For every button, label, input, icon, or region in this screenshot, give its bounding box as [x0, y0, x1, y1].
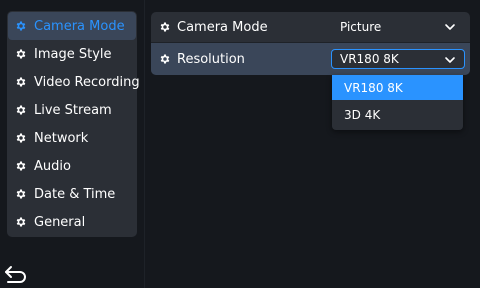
resolution-row: Resolution VR180 8K: [151, 43, 470, 75]
resolution-option-vr180-8k[interactable]: VR180 8K: [332, 75, 463, 100]
sidebar-item-live-stream[interactable]: Live Stream: [8, 96, 136, 124]
option-label: VR180 8K: [344, 80, 403, 95]
gear-icon: [15, 132, 27, 144]
sidebar-item-label: Camera Mode: [34, 18, 125, 34]
sidebar-item-audio[interactable]: Audio: [8, 152, 136, 180]
camera-mode-row: Camera Mode Picture: [151, 12, 470, 42]
sidebar-item-label: Audio: [34, 158, 71, 174]
settings-sidebar: Camera Mode Image Style Video Recording …: [7, 11, 140, 237]
sidebar-item-image-style[interactable]: Image Style: [8, 40, 136, 68]
resolution-dropdown: VR180 8K 3D 4K: [332, 75, 463, 130]
sidebar-item-label: Video Recording: [34, 74, 140, 90]
back-arrow-icon: [3, 264, 29, 284]
gear-icon: [15, 188, 27, 200]
gear-icon: [159, 21, 171, 33]
chevron-down-icon: [444, 21, 456, 33]
resolution-label: Resolution: [177, 51, 245, 67]
sidebar-divider: [144, 0, 145, 288]
camera-mode-select[interactable]: Picture: [332, 17, 464, 37]
sidebar-item-label: Image Style: [34, 46, 112, 62]
sidebar-item-label: Date & Time: [34, 186, 116, 202]
sidebar-item-video-recording[interactable]: Video Recording: [8, 68, 140, 96]
sidebar-item-label: General: [34, 214, 86, 230]
sidebar-item-label: Network: [34, 130, 89, 146]
gear-icon: [15, 160, 27, 172]
camera-settings-screen: Camera Mode Image Style Video Recording …: [0, 0, 480, 288]
sidebar-item-date-time[interactable]: Date & Time: [8, 180, 136, 208]
sidebar-item-network[interactable]: Network: [8, 124, 136, 152]
option-label: 3D 4K: [344, 108, 381, 122]
gear-icon: [15, 48, 27, 60]
sidebar-item-camera-mode[interactable]: Camera Mode: [8, 12, 136, 40]
resolution-select[interactable]: VR180 8K: [331, 49, 465, 69]
chevron-down-icon: [444, 54, 456, 66]
gear-icon: [159, 53, 171, 65]
sidebar-item-label: Live Stream: [34, 102, 112, 118]
gear-icon: [15, 104, 27, 116]
resolution-value: VR180 8K: [340, 52, 399, 66]
gear-icon: [15, 76, 27, 88]
gear-icon: [15, 216, 27, 228]
back-button[interactable]: [3, 263, 29, 285]
resolution-option-3d-4k[interactable]: 3D 4K: [332, 103, 463, 127]
camera-mode-label: Camera Mode: [177, 19, 268, 35]
settings-panel: Camera Mode Picture Resolution VR180 8K: [151, 12, 470, 75]
sidebar-item-general[interactable]: General: [8, 208, 136, 236]
gear-icon: [15, 20, 27, 32]
camera-mode-value: Picture: [340, 20, 382, 34]
